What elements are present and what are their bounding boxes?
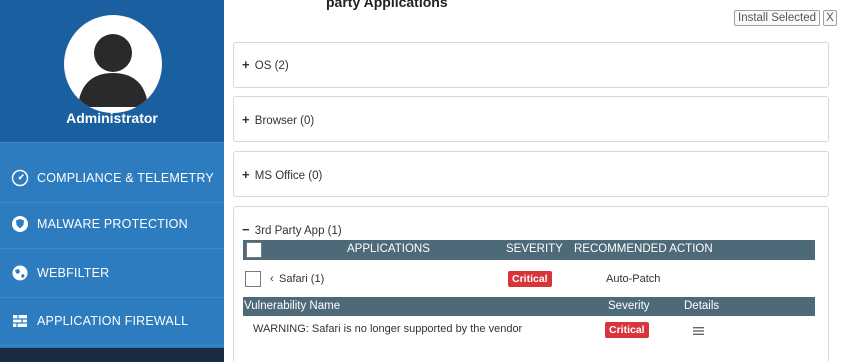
group-label: OS (2) (254, 60, 289, 72)
col-severity: SEVERITY (506, 243, 563, 255)
shield-icon (10, 214, 30, 234)
col-recommended-action: RECOMMENDED ACTION (574, 243, 713, 255)
user-icon (78, 34, 148, 107)
gauge-icon (10, 168, 30, 188)
row-checkbox[interactable] (245, 271, 261, 287)
sidebar-item-malware[interactable]: MALWARE PROTECTION (0, 199, 224, 249)
severity-badge: Critical (605, 322, 649, 338)
sidebar: Administrator COMPLIANCE & TELEMETRY MAL… (0, 0, 224, 362)
avatar (64, 15, 162, 113)
col-vulnerability-name: Vulnerability Name (244, 300, 341, 312)
group-os[interactable]: + OS (2) (233, 42, 829, 88)
col-applications: APPLICATIONS (347, 243, 430, 255)
severity-badge: Critical (508, 271, 552, 287)
chevron-left-icon[interactable]: ‹ (270, 273, 274, 285)
col-details: Details (684, 300, 720, 312)
profile-panel: Administrator (0, 0, 224, 143)
group-label: MS Office (0) (254, 170, 323, 182)
expand-icon: + (242, 167, 250, 182)
install-selected-button[interactable]: Install Selected (734, 10, 820, 26)
col-severity: Severity (608, 300, 650, 312)
close-button[interactable]: X (823, 10, 837, 26)
select-all-checkbox[interactable] (246, 242, 262, 258)
vulnerability-name: WARNING: Safari is no longer supported b… (253, 323, 523, 335)
collapse-icon: − (242, 222, 250, 237)
page-title: party Applications (326, 0, 448, 10)
group-browser[interactable]: + Browser (0) (233, 96, 829, 142)
sidebar-item-label: APPLICATION FIREWALL (37, 313, 189, 328)
apps-table-header: APPLICATIONS SEVERITY RECOMMENDED ACTION (243, 240, 815, 260)
recommended-action: Auto-Patch (606, 273, 661, 285)
sidebar-item-label: WEBFILTER (37, 265, 110, 280)
group-ms-office[interactable]: + MS Office (0) (233, 151, 829, 197)
globe-icon (10, 263, 30, 283)
sidebar-item-app-firewall[interactable]: APPLICATION FIREWALL (0, 296, 224, 346)
sidebar-item-next[interactable] (0, 348, 224, 362)
sidebar-item-label: MALWARE PROTECTION (37, 216, 188, 231)
app-name[interactable]: Safari (1) (279, 273, 324, 285)
group-label: Browser (0) (254, 115, 315, 127)
sidebar-item-webfilter[interactable]: WEBFILTER (0, 248, 224, 298)
firewall-icon (10, 311, 30, 331)
vuln-table-header: Vulnerability Name Severity Details (243, 297, 815, 316)
sidebar-item-compliance[interactable]: COMPLIANCE & TELEMETRY (0, 153, 224, 203)
sidebar-item-label: COMPLIANCE & TELEMETRY (37, 170, 214, 185)
user-name: Administrator (66, 110, 158, 126)
expand-icon: + (242, 112, 250, 127)
menu-icon[interactable] (693, 323, 704, 341)
group-label: 3rd Party App (1) (254, 225, 342, 237)
expand-icon: + (242, 57, 250, 72)
